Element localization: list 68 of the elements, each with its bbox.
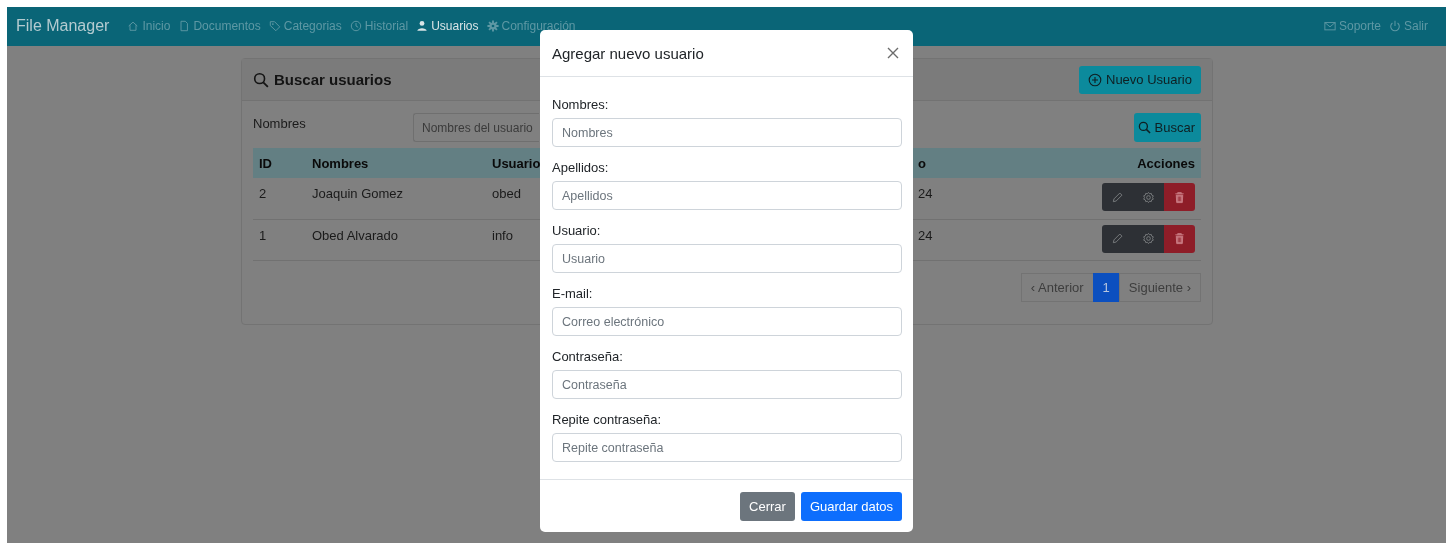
nav-link[interactable]: Documentos — [178, 19, 261, 33]
house-icon — [127, 20, 140, 32]
settings-icon — [1142, 190, 1155, 204]
search-field[interactable]: Nombres del usuario — [413, 113, 539, 142]
close-icon — [886, 46, 900, 60]
column-header: ID — [259, 155, 272, 171]
nav-link[interactable]: Usuarios — [416, 19, 479, 33]
delete-button[interactable] — [1164, 224, 1195, 253]
field-label: E-mail: — [552, 286, 594, 301]
input-field[interactable]: Nombres — [552, 118, 902, 147]
tag-icon — [268, 20, 281, 32]
modal-title: Agregar nuevo usuario — [552, 44, 704, 62]
pencil-icon — [1111, 190, 1124, 204]
file-icon — [178, 20, 191, 32]
table-cell: 24 — [918, 227, 933, 243]
delete-button[interactable] — [1164, 183, 1195, 211]
input-field[interactable]: Apellidos — [552, 181, 902, 210]
column-header: Usuario — [492, 155, 541, 171]
table-cell: 24 — [918, 186, 933, 201]
envelope-icon — [1323, 20, 1336, 32]
table-cell: info — [492, 227, 513, 243]
person-icon — [416, 20, 429, 32]
filter-label: Nombres — [253, 115, 307, 131]
column-header: Acciones — [1137, 155, 1195, 171]
input-field[interactable]: Contraseña — [552, 370, 902, 399]
field-label: Repite contraseña: — [552, 412, 663, 427]
field-label: Contraseña: — [552, 349, 624, 364]
brand-title[interactable]: File Manager — [16, 17, 110, 35]
edit-button[interactable] — [1102, 183, 1133, 211]
nav-link[interactable]: Soporte — [1323, 19, 1381, 33]
search-button[interactable]: Buscar — [1133, 113, 1201, 142]
nav-link[interactable]: Configuración — [486, 19, 576, 33]
nav-link[interactable]: Historial — [349, 19, 409, 33]
table-cell: obed — [492, 186, 521, 201]
new-user-button[interactable]: Nuevo Usuario — [1079, 65, 1201, 94]
clock-icon — [349, 20, 362, 32]
settings-button[interactable] — [1133, 224, 1164, 253]
edit-button[interactable] — [1102, 224, 1133, 253]
pencil-icon — [1111, 232, 1124, 245]
gear-icon — [486, 20, 499, 32]
input-field[interactable]: Repite contraseña — [552, 433, 902, 462]
field-label: Apellidos: — [552, 160, 610, 175]
settings-icon — [1142, 232, 1155, 245]
table-cell: Joaquin Gomez — [312, 186, 404, 201]
field-label: Nombres: — [552, 97, 610, 112]
table-cell: 1 — [259, 227, 267, 243]
card-title: Buscar usuarios — [274, 71, 392, 88]
column-header: Nombres — [312, 155, 369, 171]
trash-icon — [1173, 232, 1186, 245]
input-field[interactable]: Correo electrónico — [552, 307, 902, 336]
table-cell: Obed Alvarado — [312, 227, 398, 243]
settings-button[interactable] — [1133, 183, 1164, 211]
plus-circle-icon — [1088, 72, 1102, 87]
search-icon — [253, 71, 269, 88]
input-field[interactable]: Usuario — [552, 244, 902, 273]
trash-icon — [1173, 190, 1186, 204]
search-icon — [1137, 121, 1151, 134]
nav-link[interactable]: Categorias — [268, 19, 342, 33]
nav-link[interactable]: Salir — [1389, 19, 1428, 33]
column-header: o — [918, 155, 926, 171]
next-page-button[interactable]: Siguiente › — [1118, 272, 1201, 302]
power-icon — [1389, 20, 1401, 32]
save-button[interactable]: Guardar datos — [800, 491, 902, 521]
close-dialog-button[interactable]: Cerrar — [740, 491, 795, 521]
page-button[interactable]: 1 — [1092, 272, 1120, 302]
field-label: Usuario: — [552, 223, 602, 238]
table-cell: 2 — [259, 186, 267, 201]
nav-link[interactable]: Inicio — [127, 19, 171, 33]
